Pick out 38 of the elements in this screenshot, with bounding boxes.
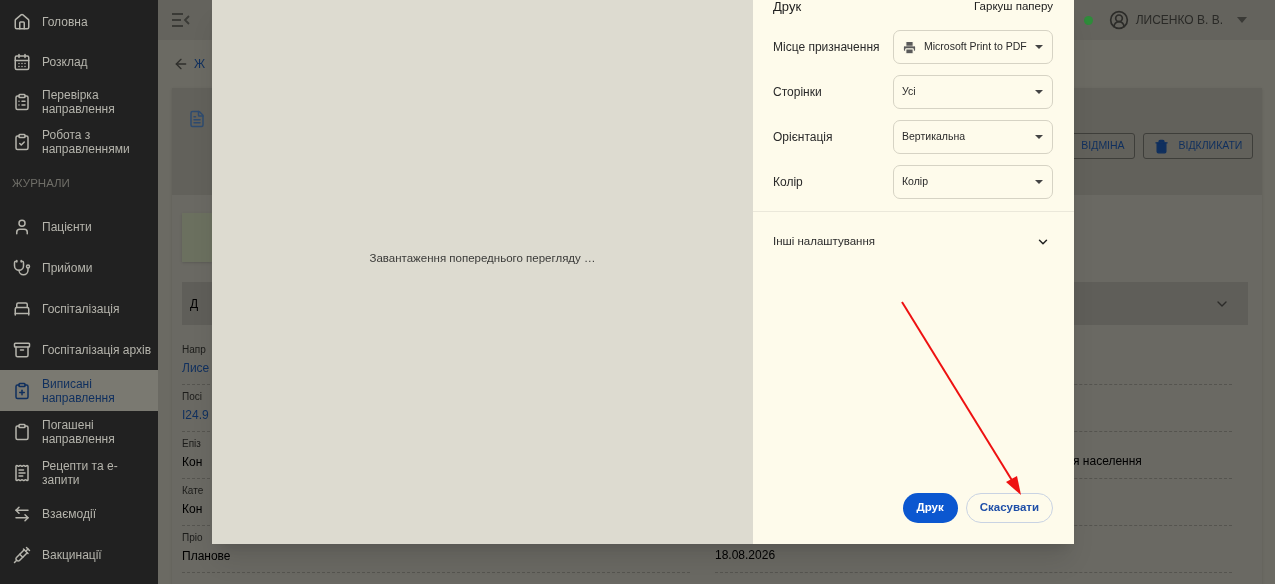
nav-item[interactable]: Робота з направленнями: [0, 122, 158, 162]
field-label: Пріо: [182, 531, 203, 545]
field-value: 18.08.2026: [715, 547, 777, 564]
field-label: Посі: [182, 390, 202, 404]
setting-label: Колір: [773, 174, 804, 191]
section-heading: ЖУРНАЛИ: [12, 176, 70, 192]
nav-item[interactable]: Пацієнти: [0, 206, 158, 247]
field-value: я населення: [1072, 453, 1143, 470]
field-value: Кон: [182, 454, 203, 471]
field-label: Напр: [182, 343, 206, 357]
nav-item[interactable]: Перевірка направлення: [0, 82, 158, 122]
print-button[interactable]: Друк: [902, 493, 958, 523]
field-value: Кон: [182, 501, 203, 518]
setting-label: Орієнтація: [773, 129, 834, 146]
more-settings[interactable]: Інші налаштування: [753, 212, 1074, 272]
cancel-button[interactable]: Скасувати: [965, 493, 1053, 523]
nav-item[interactable]: Прийоми: [0, 247, 158, 288]
nav-item[interactable]: Госпіталізація: [0, 288, 158, 329]
nav-item[interactable]: Вакцинації: [0, 534, 158, 575]
select-field[interactable]: Усі: [893, 75, 1053, 109]
select-field[interactable]: Microsoft Print to PDF: [893, 30, 1053, 64]
select-field[interactable]: Вертикальна: [893, 120, 1053, 154]
sheet-count: Гаркуш паперу: [974, 0, 1053, 12]
dialog-title: Друк: [773, 0, 802, 13]
nav-item[interactable]: Головна: [0, 2, 158, 42]
section-title: Д: [190, 295, 199, 313]
nav-item[interactable]: Рецепти та е-запити: [0, 452, 158, 493]
field-value: Планове: [182, 548, 231, 565]
loading-text: Завантаження попереднього перегляду …: [369, 251, 596, 266]
select-field[interactable]: Колір: [893, 165, 1053, 199]
field-label: Епіз: [182, 437, 201, 451]
nav-item[interactable]: Розклад: [0, 42, 158, 82]
field-label: Кате: [182, 484, 204, 498]
nav-item[interactable]: Госпіталізація архів: [0, 329, 158, 370]
nav-item[interactable]: Взаємодії: [0, 493, 158, 534]
nav-item[interactable]: Погашені направлення: [0, 411, 158, 452]
setting-label: Місце призначення: [773, 39, 881, 56]
setting-label: Сторінки: [773, 84, 823, 101]
